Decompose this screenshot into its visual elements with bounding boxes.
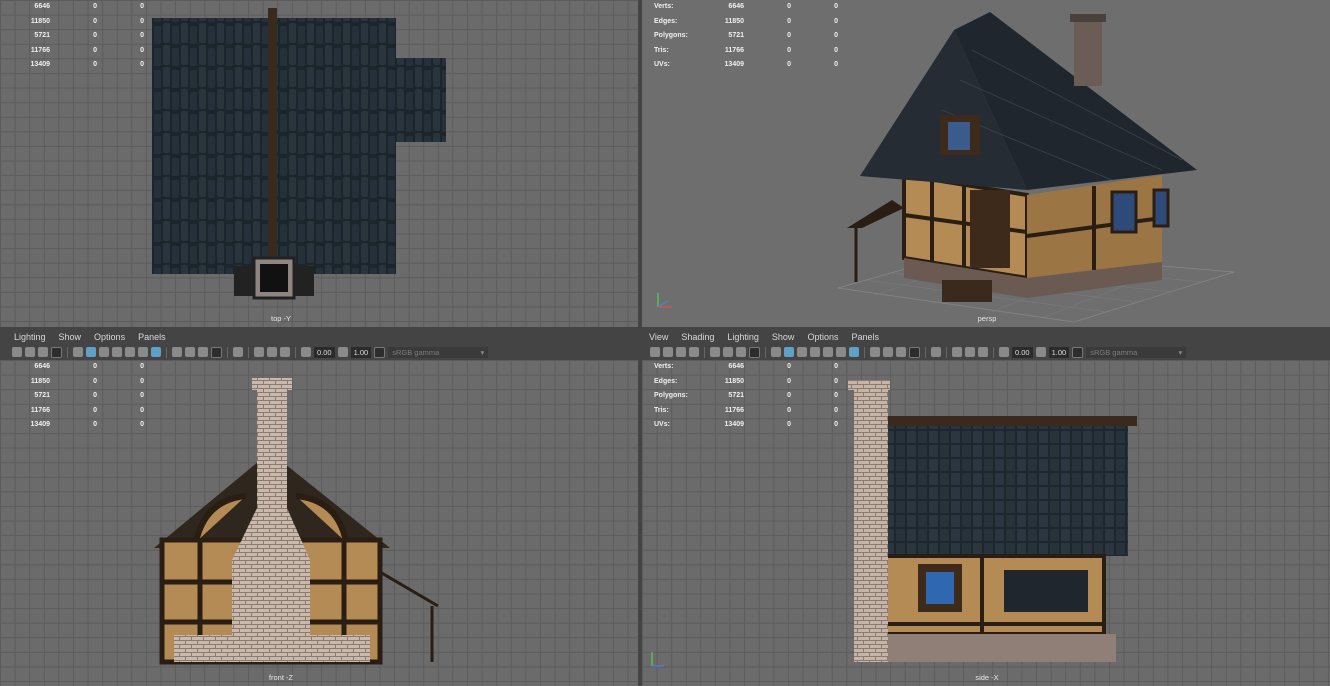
color-management-icon[interactable] [374, 346, 386, 358]
color-space-dropdown[interactable]: sRGB gamma [1086, 346, 1187, 358]
menu-shading[interactable]: Shading [681, 332, 714, 342]
gamma-icon[interactable] [337, 347, 348, 357]
viewport-label-top: top -Y [270, 314, 292, 323]
viewport-persp[interactable]: Verts: 6646 0 0 Edges: 11850 0 0 Polygons: 5721… [642, 0, 1330, 327]
anti-alias-icon[interactable] [896, 347, 906, 357]
axis-gizmo [657, 293, 672, 308]
depth-of-field-icon[interactable] [211, 346, 222, 358]
menu-options[interactable]: Options [807, 332, 838, 342]
viewport-label-side: side -X [975, 673, 999, 682]
house-model-front [154, 378, 439, 665]
toolbar-divider [704, 346, 705, 358]
house-model-side [848, 380, 1137, 662]
light-icon[interactable] [836, 347, 846, 357]
axis-gizmo [651, 652, 664, 667]
resolution-gate-icon[interactable] [38, 347, 48, 357]
panel-menubar-side: View Shading Lighting Show Options Panel… [642, 330, 1330, 344]
toolbar-divider [67, 346, 68, 358]
grid-icon[interactable] [12, 347, 22, 357]
panel-toolbar-front: 0.00 1.00 sRGB gamma [2, 344, 638, 360]
shadow-icon[interactable] [151, 347, 161, 357]
exposure-field[interactable]: 0.00 [314, 346, 335, 358]
xray-icon[interactable] [254, 347, 264, 357]
menu-show[interactable]: Show [772, 332, 795, 342]
resolution-gate-icon[interactable] [736, 347, 746, 357]
default-material-icon[interactable] [112, 347, 122, 357]
wireframe-on-shaded-icon[interactable] [797, 347, 807, 357]
color-management-icon[interactable] [1072, 346, 1084, 358]
smooth-shade-icon[interactable] [86, 347, 96, 357]
default-material-icon[interactable] [810, 347, 820, 357]
viewport-label-front: front -Z [268, 673, 294, 682]
gate-mask-icon[interactable] [749, 346, 760, 358]
viewport-label-persp: persp [977, 314, 997, 323]
textured-icon[interactable] [823, 347, 833, 357]
isolate-icon[interactable] [931, 347, 941, 357]
viewport-front[interactable]: 6646 0 0 11850 0 0 5721 0 0 11766 0 0 13409 0 0 [0, 360, 638, 686]
viewport-top[interactable]: 6646 0 0 11850 0 0 5721 0 0 11766 0 0 13409 0 0 to… [0, 0, 638, 327]
image-plane-icon[interactable] [689, 347, 699, 357]
film-gate-icon[interactable] [25, 347, 35, 357]
wireframe-on-shaded-icon[interactable] [99, 347, 109, 357]
smooth-shade-icon[interactable] [784, 347, 794, 357]
depth-of-field-icon[interactable] [909, 346, 920, 358]
wireframe-icon[interactable] [771, 347, 781, 357]
house-model-persp [837, 12, 1235, 323]
camera-attributes-icon[interactable] [663, 347, 673, 357]
house-model-top [152, 8, 446, 300]
grid-icon[interactable] [710, 347, 720, 357]
xray-joints-icon[interactable] [267, 347, 277, 357]
motion-blur-icon[interactable] [185, 347, 195, 357]
ambient-occlusion-icon[interactable] [870, 347, 880, 357]
gamma-field[interactable]: 1.00 [1048, 346, 1070, 358]
toolbar-divider [166, 346, 167, 358]
menu-panels[interactable]: Panels [851, 332, 879, 342]
wireframe-icon[interactable] [73, 347, 83, 357]
gamma-field[interactable]: 1.00 [350, 346, 372, 358]
toolbar-divider [227, 346, 228, 358]
menu-panels[interactable]: Panels [138, 332, 166, 342]
color-space-dropdown[interactable]: sRGB gamma [388, 346, 489, 358]
motion-blur-icon[interactable] [883, 347, 893, 357]
panel-menubar-front: Lighting Show Options Panels [0, 330, 638, 344]
textured-icon[interactable] [125, 347, 135, 357]
toolbar-divider [993, 346, 994, 358]
gamma-icon[interactable] [1035, 347, 1046, 357]
camera-icon[interactable] [650, 347, 660, 357]
toolbar-divider [295, 346, 296, 358]
exposure-field[interactable]: 0.00 [1012, 346, 1033, 358]
menu-show[interactable]: Show [59, 332, 82, 342]
viewport-side[interactable]: Verts: 6646 0 0 Edges: 11850 0 0 Polygons: 5721… [642, 360, 1330, 686]
exposure-icon[interactable] [301, 347, 311, 357]
xray-active-icon[interactable] [280, 347, 290, 357]
gate-mask-icon[interactable] [51, 346, 62, 358]
anti-alias-icon[interactable] [198, 347, 208, 357]
menu-lighting[interactable]: Lighting [727, 332, 759, 342]
shadow-icon[interactable] [849, 347, 859, 357]
toolbar-divider [925, 346, 926, 358]
xray-joints-icon[interactable] [965, 347, 975, 357]
toolbar-divider [248, 346, 249, 358]
menu-options[interactable]: Options [94, 332, 125, 342]
exposure-icon[interactable] [999, 347, 1009, 357]
xray-icon[interactable] [952, 347, 962, 357]
bookmark-icon[interactable] [676, 347, 686, 357]
light-icon[interactable] [138, 347, 148, 357]
ambient-occlusion-icon[interactable] [172, 347, 182, 357]
toolbar-divider [946, 346, 947, 358]
isolate-icon[interactable] [233, 347, 243, 357]
toolbar-divider [864, 346, 865, 358]
toolbar-divider [765, 346, 766, 358]
menu-view[interactable]: View [649, 332, 668, 342]
xray-active-icon[interactable] [978, 347, 988, 357]
menu-lighting[interactable]: Lighting [14, 332, 46, 342]
film-gate-icon[interactable] [723, 347, 733, 357]
panel-toolbar-side: 0.00 1.00 sRGB gamma [644, 344, 1330, 360]
